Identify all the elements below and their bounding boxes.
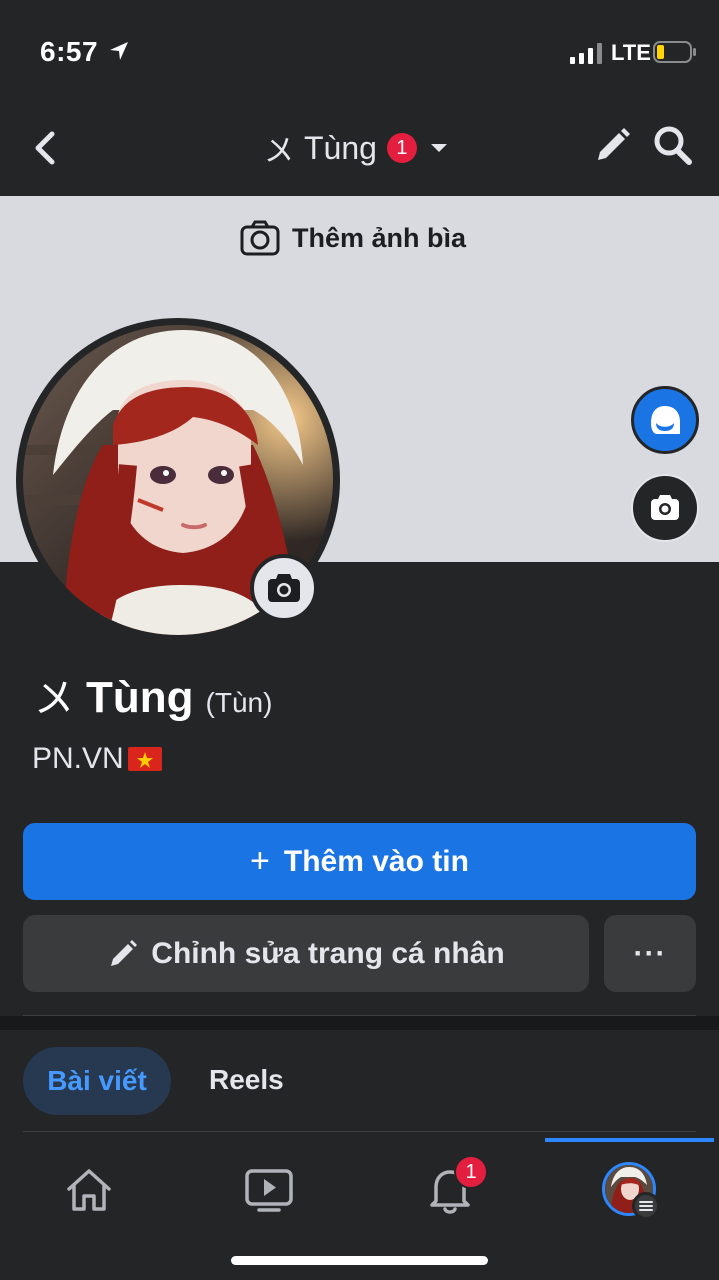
status-time: 6:57 (40, 36, 99, 67)
camera-icon (268, 574, 300, 602)
home-indicator (231, 1256, 488, 1265)
header-notification-badge: 1 (386, 133, 417, 163)
caret-down-icon (430, 144, 447, 152)
signal-icon (570, 43, 602, 64)
name-glyph: 〤 (34, 677, 74, 721)
tab-posts[interactable]: Bài viết (23, 1047, 171, 1115)
more-options-icon: ··· (633, 936, 667, 970)
add-cover-photo-button[interactable]: Thêm ảnh bìa (240, 218, 466, 258)
video-icon (245, 1169, 293, 1212)
profile-switcher[interactable]: 〤 Tùng 1 (264, 124, 449, 172)
nav-home[interactable] (59, 1160, 119, 1220)
camera-icon (240, 220, 280, 256)
nickname-text: (Tùn) (205, 687, 273, 718)
add-to-story-button[interactable]: + Thêm vào tin (23, 823, 696, 900)
tab-reels-label: Reels (209, 1064, 284, 1095)
location-arrow-icon (110, 42, 128, 60)
plus-icon: + (250, 842, 270, 880)
tab-reels[interactable]: Reels (209, 1064, 284, 1096)
edit-profile-label: Chỉnh sửa trang cá nhân (151, 936, 505, 970)
active-tab-indicator (545, 1138, 714, 1142)
tab-divider (23, 1131, 696, 1132)
nav-video[interactable] (239, 1160, 299, 1220)
add-cover-label: Thêm ảnh bìa (292, 222, 467, 253)
home-icon (67, 1169, 111, 1211)
network-type: LTE (611, 40, 651, 65)
camera-icon (651, 495, 679, 520)
top-navigation-bar: 〤 Tùng 1 (0, 100, 719, 196)
profile-bio: PN.VN (32, 742, 162, 776)
add-to-story-label: Thêm vào tin (283, 844, 469, 878)
tab-posts-label: Bài viết (47, 1065, 147, 1096)
avatar-creator-button[interactable] (631, 386, 699, 454)
search-icon[interactable] (652, 124, 694, 168)
profile-picture-camera-button[interactable] (250, 554, 318, 622)
section-separator (0, 1016, 719, 1030)
hamburger-icon (639, 1201, 653, 1211)
name-text: Tùng (86, 673, 194, 722)
battery-icon (653, 41, 696, 63)
pencil-icon (111, 939, 138, 966)
title-glyph: 〤 (264, 135, 294, 168)
more-options-button[interactable]: ··· (604, 915, 696, 992)
status-bar: 6:57 LTE (0, 0, 719, 100)
cover-camera-button[interactable] (631, 474, 699, 542)
bio-text: PN.VN (32, 742, 124, 775)
profile-name: 〤 Tùng (Tùn) (34, 666, 272, 724)
back-arrow-icon[interactable] (28, 126, 62, 170)
menu-icon[interactable] (632, 1192, 660, 1220)
edit-profile-button[interactable]: Chỉnh sửa trang cá nhân (23, 915, 589, 992)
vietnam-flag-icon (127, 747, 162, 771)
edit-pencil-icon[interactable] (592, 126, 632, 166)
avatar-face-icon (651, 406, 680, 434)
header-title: Tùng (304, 129, 377, 166)
notifications-badge: 1 (454, 1155, 488, 1189)
